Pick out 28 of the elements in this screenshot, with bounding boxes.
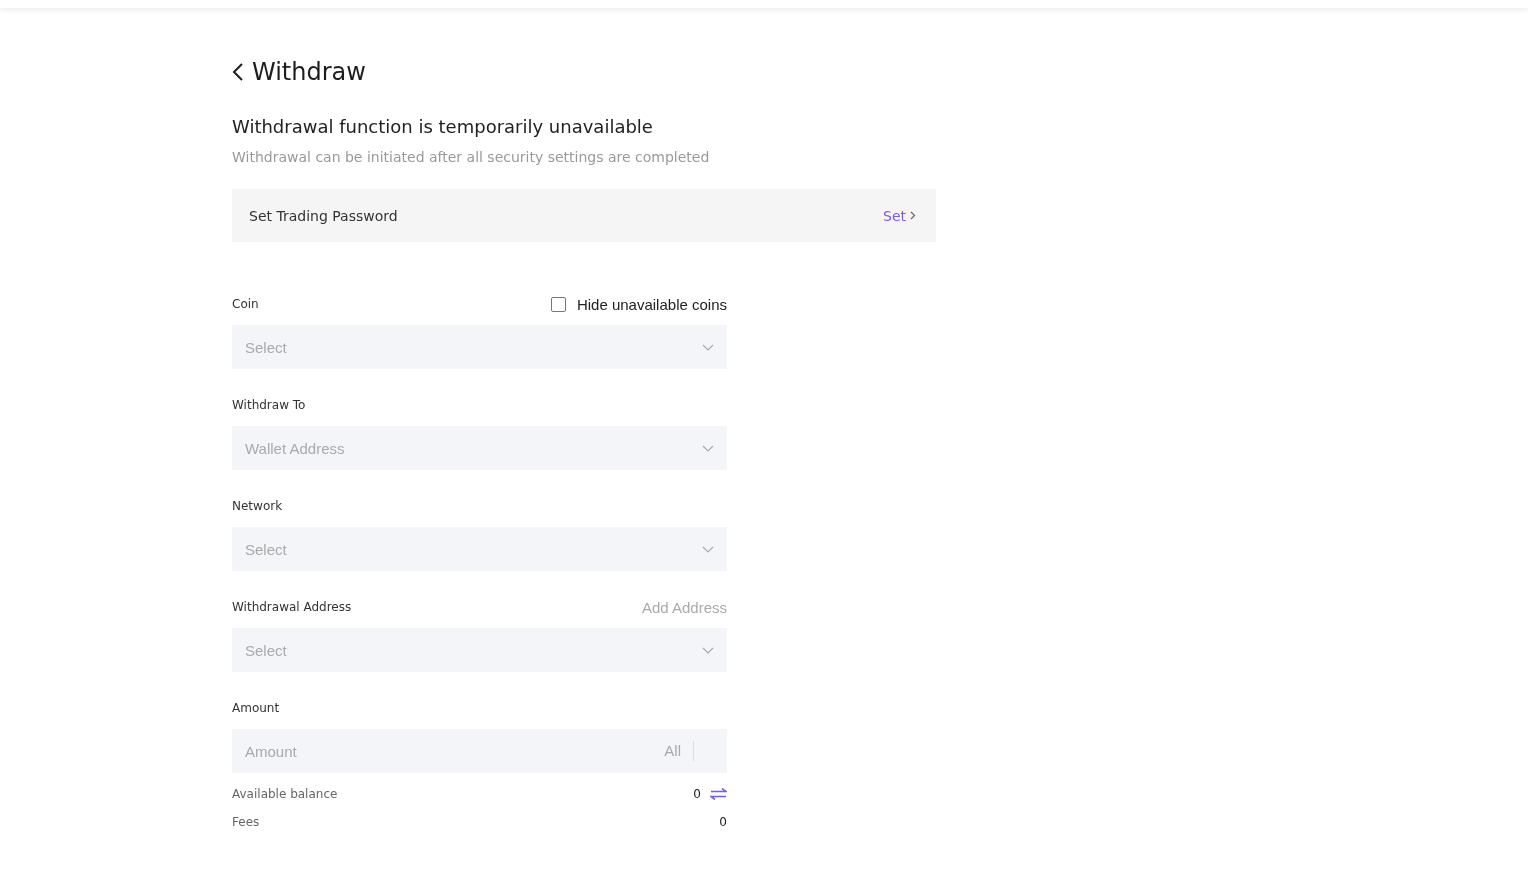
field-label: Withdrawal Address: [232, 600, 352, 614]
field-label: Withdraw To: [232, 398, 306, 412]
summary-label: Available balance: [232, 787, 338, 801]
select-field[interactable]: Select: [232, 628, 727, 672]
task-label: Set Trading Password: [249, 207, 398, 224]
chevron-down-icon: [702, 343, 714, 351]
select-field[interactable]: Select: [232, 527, 727, 571]
select-field[interactable]: Wallet Address: [232, 426, 727, 470]
chevron-down-icon: [702, 444, 714, 452]
select-field[interactable]: Select: [232, 325, 727, 369]
chevron-down-icon: [702, 646, 714, 654]
summary-label: Fees: [232, 815, 260, 829]
notice-heading: Withdrawal function is temporarily unavailable: [232, 116, 654, 137]
field-label: Amount: [232, 701, 280, 715]
notice-description: Withdrawal can be initiated after all security settings are completed: [232, 149, 711, 165]
chevron-down-icon: [702, 545, 714, 553]
transfer-icon[interactable]: [710, 788, 727, 800]
chevron-right-icon: [910, 211, 916, 220]
summary-value: 0: [719, 815, 727, 829]
amount-field[interactable]: Amount All: [232, 729, 727, 773]
page-title: Withdraw: [252, 58, 366, 86]
hide-coins-checkbox[interactable]: Hide unavailable coins: [550, 295, 727, 313]
summary-value: 0: [693, 787, 701, 801]
field-label: Network: [232, 499, 283, 513]
all-button[interactable]: All: [664, 741, 694, 761]
add-address-link[interactable]: Add Address: [641, 598, 727, 616]
field-label: Coin: [232, 297, 259, 311]
set-link[interactable]: Set: [883, 207, 916, 224]
